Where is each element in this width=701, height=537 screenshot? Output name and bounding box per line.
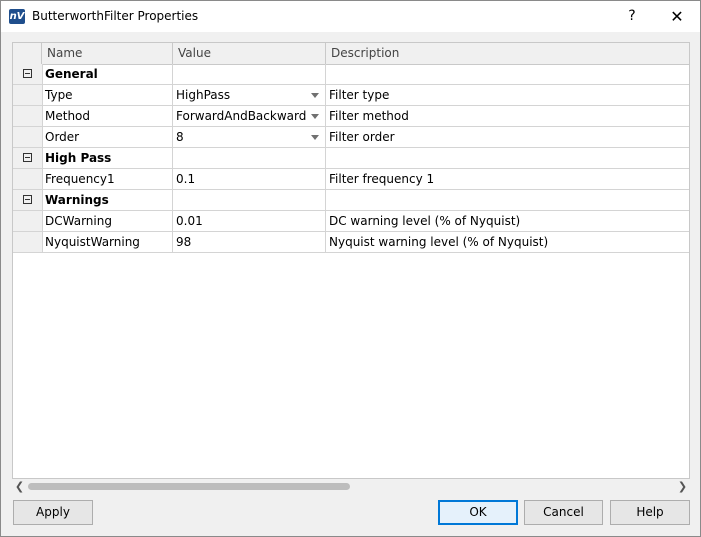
category-label: General xyxy=(42,64,173,84)
scrollbar-thumb[interactable] xyxy=(28,483,350,490)
category-description xyxy=(326,148,689,168)
row-gutter xyxy=(13,190,43,210)
property-grid: Name Value Description General Type High… xyxy=(12,42,690,479)
collapse-icon[interactable] xyxy=(23,195,32,204)
row-gutter xyxy=(13,64,43,84)
property-description: Filter type xyxy=(329,88,390,102)
category-value xyxy=(173,64,326,84)
category-value xyxy=(173,148,326,168)
app-logo-icon: nV xyxy=(9,9,25,24)
property-row-dcwarning[interactable]: DCWarning 0.01 DC warning level (% of Ny… xyxy=(13,211,689,232)
header-gutter xyxy=(13,43,42,64)
property-row-nyquistwarning[interactable]: NyquistWarning 98 Nyquist warning level … xyxy=(13,232,689,253)
property-name: DCWarning xyxy=(42,211,173,231)
row-gutter xyxy=(13,85,43,105)
property-row-frequency1[interactable]: Frequency1 0.1 Filter frequency 1 xyxy=(13,169,689,190)
horizontal-scrollbar[interactable]: ❮ ❯ xyxy=(12,479,690,494)
category-description xyxy=(326,190,689,210)
type-value-select[interactable]: HighPass xyxy=(173,85,326,105)
row-gutter xyxy=(13,148,43,168)
property-row-method[interactable]: Method ForwardAndBackward Filter method xyxy=(13,106,689,127)
close-icon[interactable]: ✕ xyxy=(654,1,700,32)
dropdown-arrow-icon[interactable] xyxy=(311,135,319,140)
category-label: Warnings xyxy=(42,190,173,210)
category-label: High Pass xyxy=(42,148,173,168)
category-description xyxy=(326,64,689,84)
properties-dialog: nV ButterworthFilter Properties ? ✕ Name… xyxy=(0,0,701,537)
property-description: Filter method xyxy=(329,109,409,123)
row-gutter xyxy=(13,211,43,231)
property-description: Filter order xyxy=(329,130,395,144)
help-title-button[interactable]: ? xyxy=(609,1,655,32)
value-text: HighPass xyxy=(176,88,231,102)
apply-button[interactable]: Apply xyxy=(13,500,93,525)
nyquistwarning-value-input[interactable]: 98 xyxy=(173,232,326,252)
scroll-left-icon[interactable]: ❮ xyxy=(12,479,27,494)
dcwarning-value-input[interactable]: 0.01 xyxy=(173,211,326,231)
collapse-icon[interactable] xyxy=(23,153,32,162)
row-gutter xyxy=(13,127,43,147)
title-bar: nV ButterworthFilter Properties ? ✕ xyxy=(1,1,700,32)
collapse-icon[interactable] xyxy=(23,69,32,78)
value-text: 8 xyxy=(176,130,184,144)
property-row-type[interactable]: Type HighPass Filter type xyxy=(13,85,689,106)
header-value[interactable]: Value xyxy=(173,43,326,64)
row-gutter xyxy=(13,106,43,126)
cancel-button[interactable]: Cancel xyxy=(524,500,603,525)
value-text: ForwardAndBackward xyxy=(176,109,307,123)
property-row-order[interactable]: Order 8 Filter order xyxy=(13,127,689,148)
property-name: Frequency1 xyxy=(42,169,173,189)
property-description: DC warning level (% of Nyquist) xyxy=(329,214,521,228)
property-name: Order xyxy=(42,127,173,147)
category-general[interactable]: General xyxy=(13,64,689,85)
row-gutter xyxy=(13,232,43,252)
order-value-select[interactable]: 8 xyxy=(173,127,326,147)
method-value-select[interactable]: ForwardAndBackward xyxy=(173,106,326,126)
grid-header: Name Value Description xyxy=(13,43,689,65)
row-gutter xyxy=(13,169,43,189)
window-title: ButterworthFilter Properties xyxy=(32,9,199,23)
property-description: Filter frequency 1 xyxy=(329,172,435,186)
property-name: Type xyxy=(42,85,173,105)
frequency1-value-input[interactable]: 0.1 xyxy=(173,169,326,189)
dropdown-arrow-icon[interactable] xyxy=(311,114,319,119)
category-high-pass[interactable]: High Pass xyxy=(13,148,689,169)
header-name[interactable]: Name xyxy=(42,43,173,64)
dropdown-arrow-icon[interactable] xyxy=(311,93,319,98)
ok-button[interactable]: OK xyxy=(438,500,518,525)
property-name: NyquistWarning xyxy=(42,232,173,252)
property-description: Nyquist warning level (% of Nyquist) xyxy=(329,235,549,249)
category-warnings[interactable]: Warnings xyxy=(13,190,689,211)
property-name: Method xyxy=(42,106,173,126)
scroll-right-icon[interactable]: ❯ xyxy=(675,479,690,494)
header-description[interactable]: Description xyxy=(326,43,689,64)
help-button[interactable]: Help xyxy=(610,500,690,525)
category-value xyxy=(173,190,326,210)
